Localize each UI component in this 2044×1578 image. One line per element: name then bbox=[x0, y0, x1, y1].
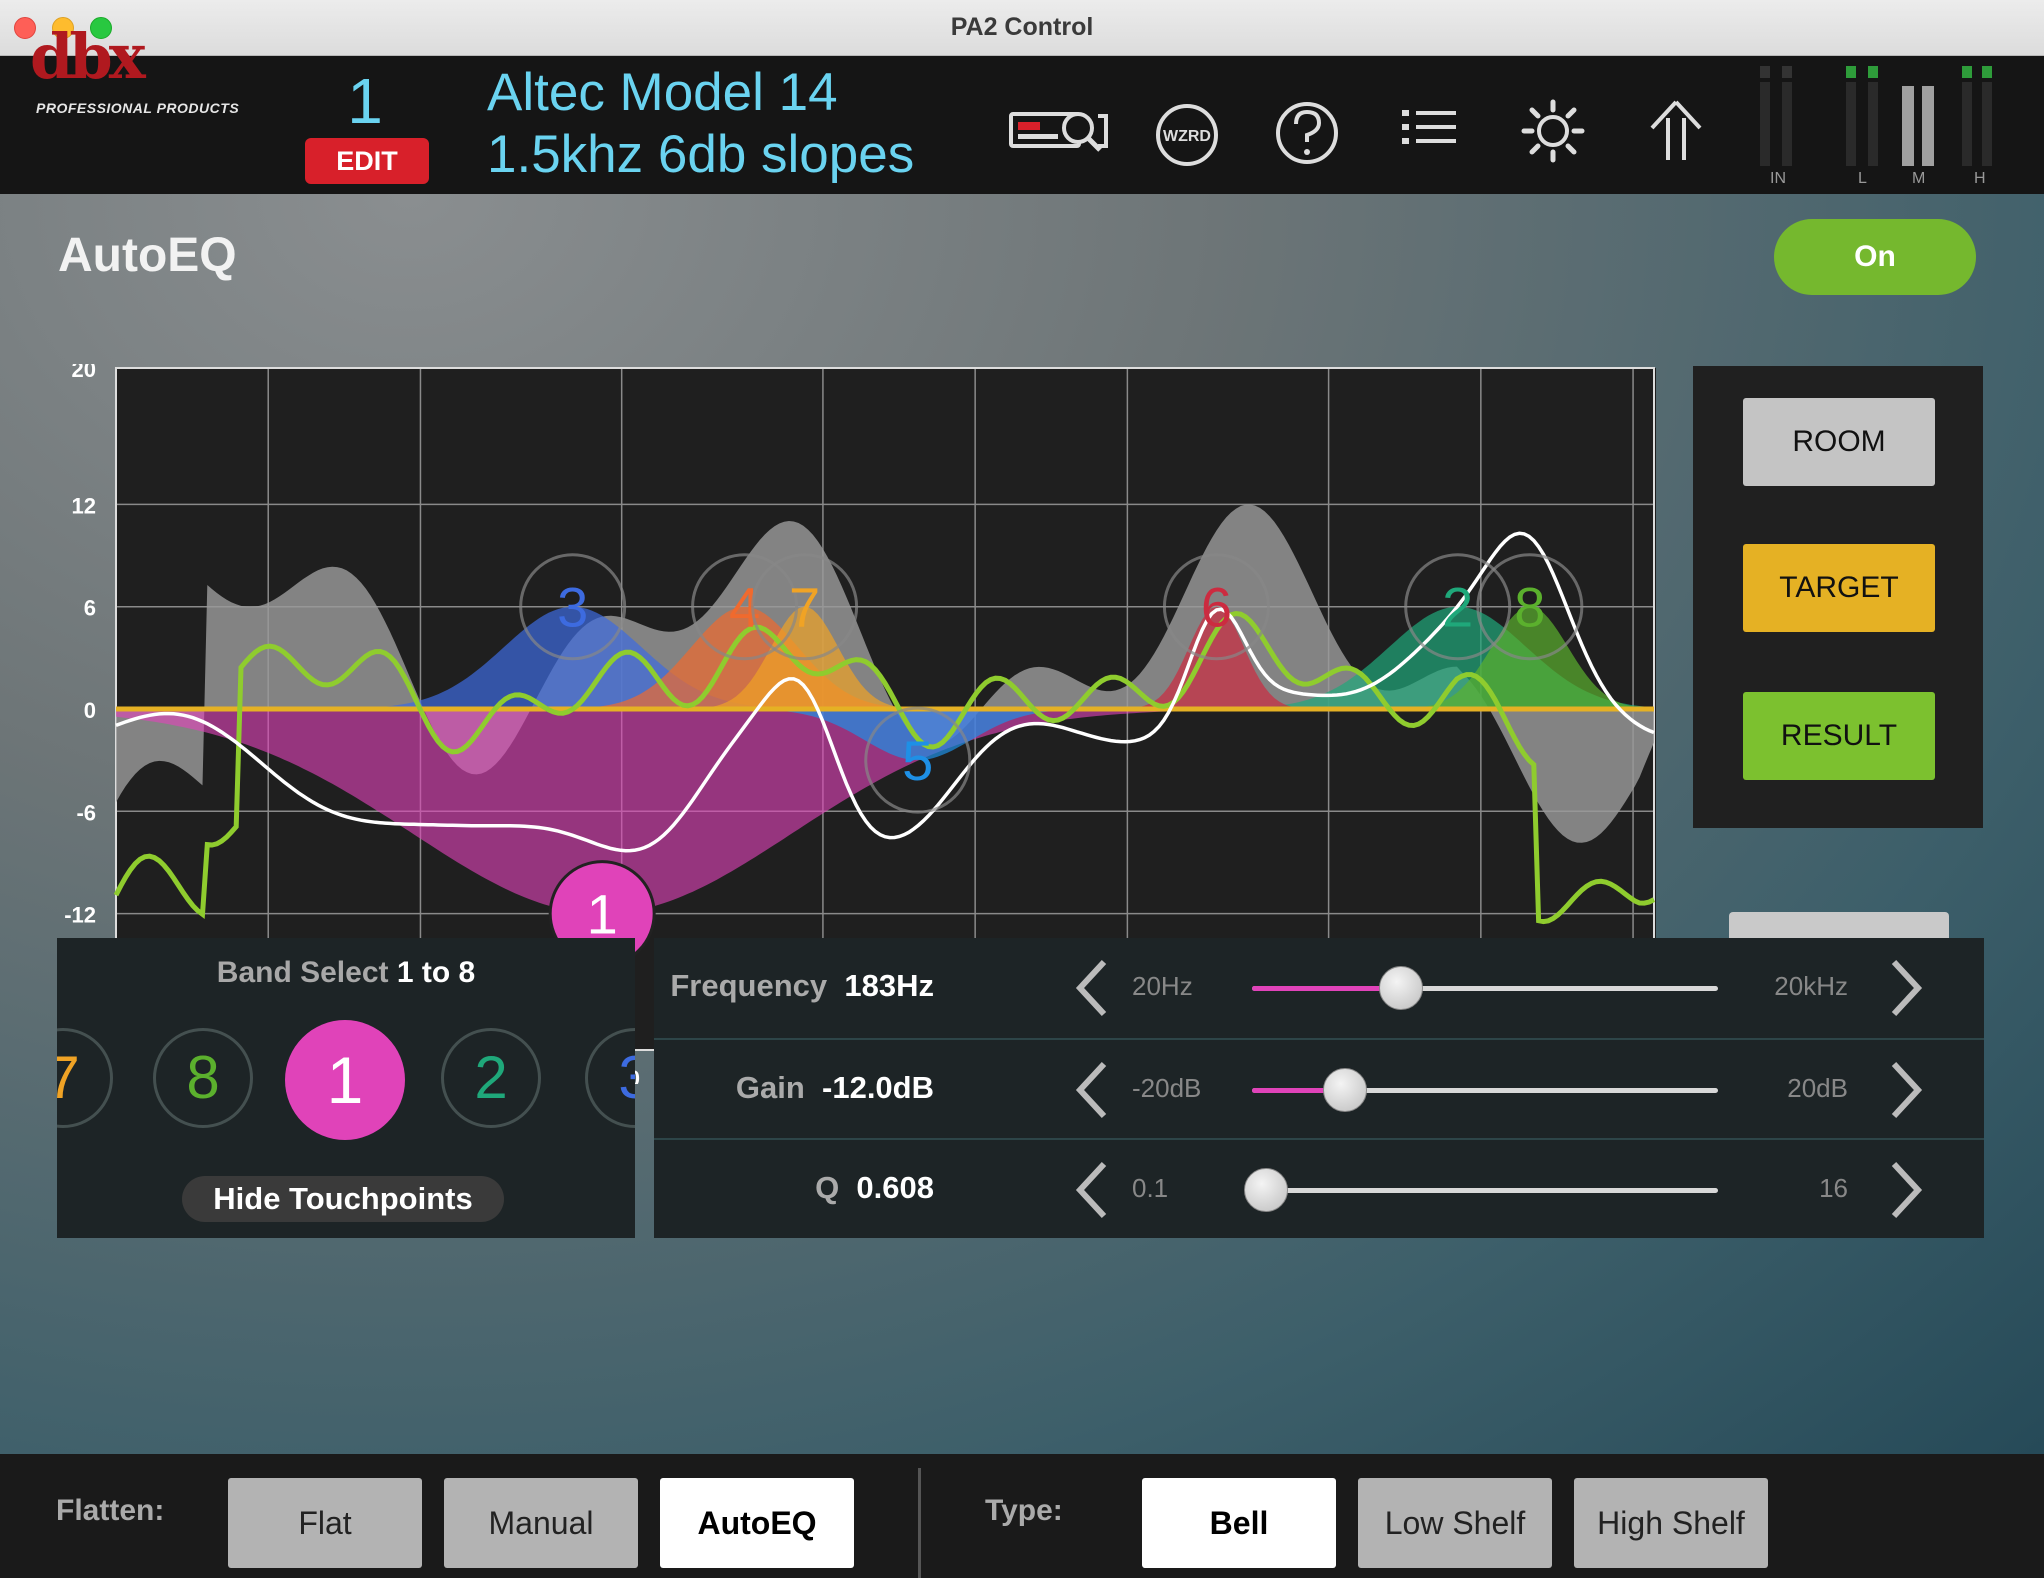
type-high-shelf-button[interactable]: High Shelf bbox=[1574, 1478, 1768, 1568]
flatten-label: Flatten: bbox=[56, 1494, 165, 1527]
q-slider[interactable] bbox=[1243, 1168, 1718, 1212]
preset-name-line2: 1.5khz 6db slopes bbox=[487, 125, 915, 184]
room-button[interactable]: ROOM bbox=[1743, 398, 1935, 486]
meter-label-in: IN bbox=[1770, 170, 1786, 187]
touchpoint-8-label: 8 bbox=[1514, 576, 1545, 639]
gain-value: -12.0dB bbox=[822, 1070, 934, 1105]
gain-label-text: Gain bbox=[735, 1070, 805, 1105]
band-button-1[interactable]: 1 bbox=[285, 1020, 405, 1140]
meter-label-l: L bbox=[1858, 170, 1867, 187]
touchpoint-6-label: 6 bbox=[1201, 576, 1232, 639]
logo-tagline: PROFESSIONAL PRODUCTS bbox=[36, 100, 240, 116]
q-slider-knob[interactable] bbox=[1243, 1168, 1288, 1212]
type-label: Type: bbox=[985, 1494, 1063, 1527]
settings-gear-icon[interactable] bbox=[1520, 98, 1586, 164]
q-decrease-arrow-icon[interactable] bbox=[1072, 1158, 1112, 1222]
frequency-min: 20Hz bbox=[1132, 971, 1193, 1001]
device-search-icon[interactable] bbox=[1008, 102, 1114, 158]
autoeq-main-area: AutoEQ On 12345678 201260-6-12-20 204080… bbox=[0, 194, 2044, 1454]
curve-view-panel: ROOM TARGET RESULT bbox=[1693, 366, 1983, 828]
gain-increase-arrow-icon[interactable] bbox=[1886, 1058, 1926, 1122]
gain-min: -20dB bbox=[1132, 1073, 1202, 1103]
band-select-panel: Band Select 1 to 8 7 8 1 2 3 Hide Touchp… bbox=[57, 938, 635, 1238]
band-params-panel: Frequency 183Hz 20Hz 20kHz Gain -12.0dB … bbox=[654, 938, 1984, 1238]
q-increase-arrow-icon[interactable] bbox=[1886, 1158, 1926, 1222]
meter-label-m: M bbox=[1912, 170, 1926, 187]
q-label-text: Q bbox=[815, 1170, 840, 1205]
hide-touchpoints-button[interactable]: Hide Touchpoints bbox=[182, 1176, 504, 1222]
meter-label-h: H bbox=[1974, 170, 1986, 187]
y-tick-label: 20 bbox=[72, 364, 96, 382]
help-icon[interactable] bbox=[1274, 100, 1340, 166]
frequency-value: 183Hz bbox=[844, 968, 934, 1003]
y-tick-label: 12 bbox=[72, 493, 96, 518]
flatten-flat-button[interactable]: Flat bbox=[228, 1478, 422, 1568]
q-value: 0.608 bbox=[856, 1170, 934, 1205]
frequency-decrease-arrow-icon[interactable] bbox=[1072, 956, 1112, 1020]
edit-button[interactable]: EDIT bbox=[305, 138, 429, 184]
touchpoint-2-label: 2 bbox=[1442, 576, 1473, 639]
gain-slider-knob[interactable] bbox=[1323, 1068, 1368, 1112]
q-max: 16 bbox=[1819, 1173, 1848, 1203]
gain-decrease-arrow-icon[interactable] bbox=[1072, 1058, 1112, 1122]
gain-max: 20dB bbox=[1787, 1073, 1848, 1103]
band-button-7[interactable]: 7 bbox=[57, 1028, 113, 1128]
window-titlebar: PA2 Control bbox=[0, 0, 2044, 56]
flatten-manual-button[interactable]: Manual bbox=[444, 1478, 638, 1568]
home-up-icon[interactable] bbox=[1646, 98, 1706, 164]
gain-label: Gain -12.0dB bbox=[736, 1070, 934, 1106]
frequency-slider-knob[interactable] bbox=[1379, 966, 1424, 1010]
touchpoint-3-label: 3 bbox=[557, 576, 588, 639]
band-button-2[interactable]: 2 bbox=[441, 1028, 541, 1128]
band-select-title-prefix: Band Select bbox=[216, 956, 389, 989]
target-button[interactable]: TARGET bbox=[1743, 544, 1935, 632]
y-tick-label: -12 bbox=[64, 903, 96, 928]
window-title: PA2 Control bbox=[950, 13, 1094, 41]
wizard-icon-text: WZRD bbox=[1163, 128, 1211, 145]
band-select-title: Band Select 1 to 8 bbox=[57, 956, 635, 990]
frequency-label: Frequency 183Hz bbox=[670, 968, 934, 1004]
touchpoint-1-label: 1 bbox=[587, 883, 618, 946]
wizard-icon[interactable]: WZRD bbox=[1154, 102, 1220, 168]
y-tick-label: 6 bbox=[84, 596, 96, 621]
q-label: Q 0.608 bbox=[815, 1170, 934, 1206]
preset-name: Altec Model 14 1.5khz 6db slopes bbox=[487, 62, 914, 186]
frequency-slider[interactable] bbox=[1252, 966, 1718, 1010]
type-bell-button[interactable]: Bell bbox=[1142, 1478, 1336, 1568]
frequency-increase-arrow-icon[interactable] bbox=[1886, 956, 1926, 1020]
bottom-toolbar: Flatten: Flat Manual AutoEQ Type: Bell L… bbox=[0, 1454, 2044, 1578]
frequency-label-text: Frequency bbox=[670, 968, 828, 1003]
band-button-8[interactable]: 8 bbox=[153, 1028, 253, 1128]
touchpoint-5-label: 5 bbox=[902, 729, 933, 792]
touchpoint-7-label: 7 bbox=[789, 576, 820, 639]
page-title: AutoEQ bbox=[58, 229, 237, 282]
type-low-shelf-button[interactable]: Low Shelf bbox=[1358, 1478, 1552, 1568]
preset-number: 1 bbox=[347, 65, 383, 137]
preset-name-line1: Altec Model 14 bbox=[487, 63, 838, 122]
frequency-max: 20kHz bbox=[1774, 971, 1848, 1001]
y-tick-label: 0 bbox=[84, 698, 96, 723]
gain-slider[interactable] bbox=[1252, 1068, 1718, 1112]
gain-row: Gain -12.0dB -20dB 20dB bbox=[654, 1038, 1984, 1138]
frequency-row: Frequency 183Hz 20Hz 20kHz bbox=[654, 938, 1984, 1038]
band-select-title-range: 1 to 8 bbox=[396, 956, 476, 989]
band-button-3[interactable]: 3 bbox=[585, 1028, 635, 1128]
dbx-logo: dbx bbox=[30, 20, 146, 93]
autoeq-on-toggle[interactable]: On bbox=[1774, 219, 1976, 295]
flatten-autoeq-button[interactable]: AutoEQ bbox=[660, 1478, 854, 1568]
q-min: 0.1 bbox=[1132, 1173, 1169, 1203]
y-tick-label: -6 bbox=[76, 800, 96, 825]
result-button[interactable]: RESULT bbox=[1743, 692, 1935, 780]
toolbar-divider bbox=[918, 1468, 921, 1578]
menu-list-icon[interactable] bbox=[1400, 106, 1460, 156]
touchpoint-4-label: 4 bbox=[729, 576, 760, 639]
level-meters bbox=[1760, 66, 1992, 166]
q-row: Q 0.608 0.1 16 bbox=[654, 1138, 1984, 1238]
